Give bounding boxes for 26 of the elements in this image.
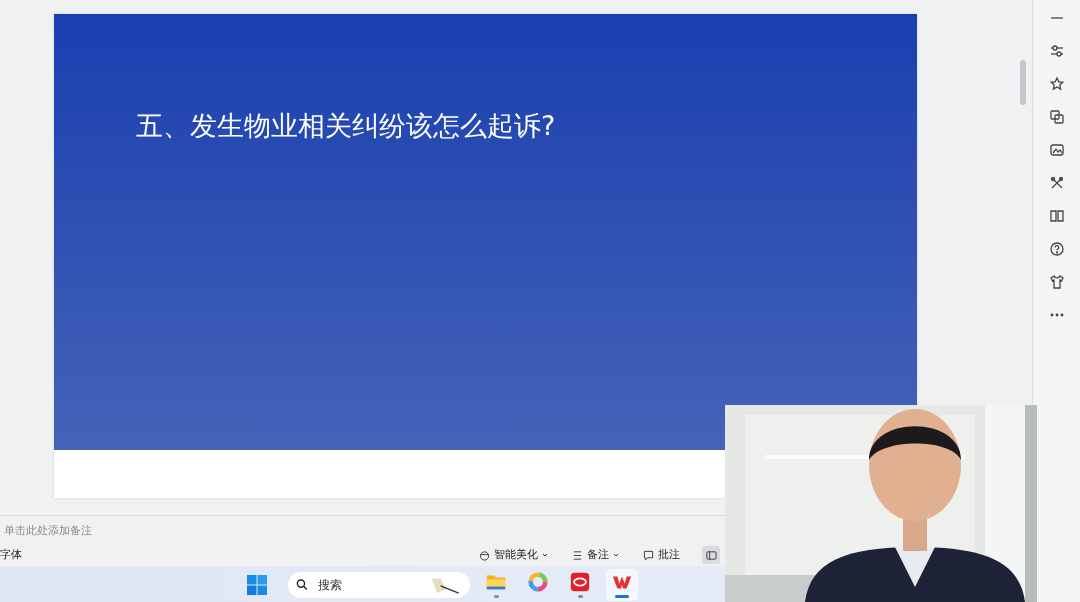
help-icon[interactable] [1048, 241, 1065, 257]
slide-title: 五、发生物业相关纠纷该怎么起诉? [136, 109, 556, 143]
shirt-icon[interactable] [1048, 274, 1065, 290]
taskbar-app[interactable] [606, 568, 638, 601]
colorful-ring-icon[interactable] [527, 571, 549, 593]
copy-icon[interactable] [1048, 109, 1065, 125]
comment-button[interactable]: 批注 [641, 546, 682, 564]
notes-button[interactable]: 备注 [570, 546, 621, 564]
scrollbar-thumb[interactable] [1020, 60, 1026, 105]
book-icon[interactable] [1048, 208, 1065, 224]
list-icon [572, 549, 583, 561]
tools-icon[interactable] [1048, 175, 1065, 191]
image-icon[interactable] [1048, 142, 1065, 158]
sliders-icon[interactable] [1048, 43, 1065, 59]
beautify-button[interactable]: 智能美化 [477, 546, 550, 564]
search-icon [296, 578, 308, 591]
panel-toggle-button[interactable] [702, 546, 720, 564]
comment-icon [643, 549, 654, 561]
search-bar[interactable]: 搜索 [288, 571, 470, 598]
oval-app-icon[interactable] [569, 571, 591, 593]
font-label: 字体 [0, 548, 22, 562]
sidebar-panel-icon [705, 549, 717, 561]
star-icon[interactable] [1048, 76, 1065, 92]
notes-field[interactable]: 单击此处添加备注 [0, 521, 208, 539]
search-field[interactable]: 搜索 [315, 576, 420, 593]
windows-start-icon[interactable] [246, 573, 268, 596]
